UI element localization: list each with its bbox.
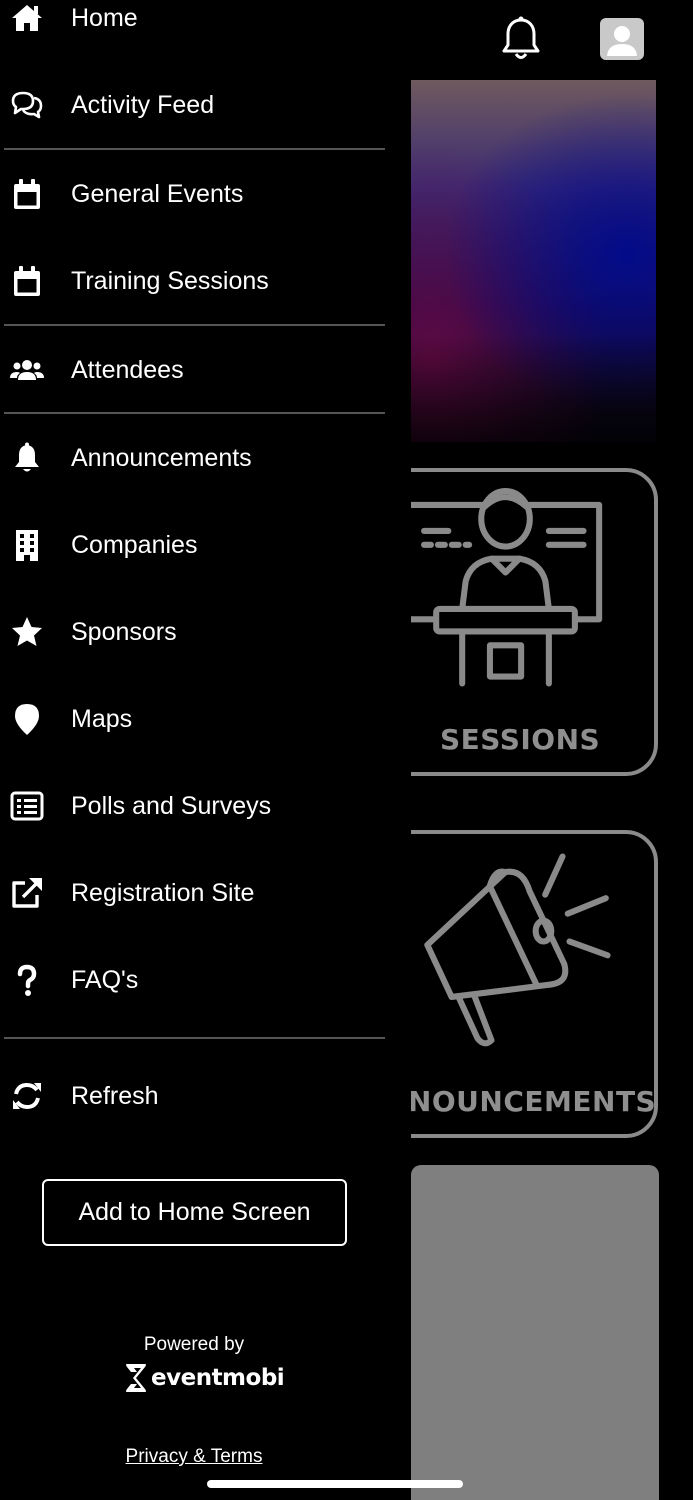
menu-item-label: Companies xyxy=(71,530,198,559)
menu-item-polls-and-surveys[interactable]: Polls and Surveys xyxy=(0,776,400,836)
home-icon xyxy=(10,1,44,35)
menu-item-label: Activity Feed xyxy=(71,90,215,119)
building-icon xyxy=(10,528,44,562)
menu-item-attendees[interactable]: Attendees xyxy=(0,340,400,400)
menu-item-general-events[interactable]: General Events xyxy=(0,164,400,224)
sessions-card-label: SESSIONS xyxy=(440,723,601,756)
menu-item-maps[interactable]: Maps xyxy=(0,689,400,749)
menu-item-sponsors[interactable]: Sponsors xyxy=(0,602,400,662)
menu-item-faqs[interactable]: FAQ's xyxy=(0,950,400,1010)
star-icon xyxy=(10,615,44,649)
refresh-icon xyxy=(10,1079,44,1113)
users-icon xyxy=(10,353,44,387)
menu-divider xyxy=(4,324,385,326)
content-tile[interactable] xyxy=(411,1165,659,1500)
menu-item-registration-site[interactable]: Registration Site xyxy=(0,863,400,923)
menu-item-label: Maps xyxy=(71,704,133,733)
menu-item-announcements[interactable]: Announcements xyxy=(0,428,400,488)
menu-item-label: Refresh xyxy=(71,1081,159,1110)
menu-item-home[interactable]: Home xyxy=(0,0,400,48)
announcements-card-label: NNOUNCEMENTS xyxy=(384,1085,657,1118)
menu-divider xyxy=(4,148,385,150)
calendar-icon xyxy=(10,264,44,298)
external-link-icon xyxy=(10,876,44,910)
menu-divider xyxy=(4,1037,385,1039)
calendar-icon xyxy=(10,177,44,211)
eventmobi-logo-icon xyxy=(126,1364,146,1392)
menu-item-label: Polls and Surveys xyxy=(71,791,272,820)
navigation-drawer: Home Activity Feed General Events Traini… xyxy=(0,0,411,1500)
home-indicator[interactable] xyxy=(207,1480,463,1488)
profile-avatar-icon[interactable] xyxy=(600,18,644,60)
question-icon xyxy=(10,963,44,997)
menu-item-label: FAQ's xyxy=(71,965,139,994)
map-pin-icon xyxy=(10,702,44,736)
menu-item-label: General Events xyxy=(71,179,244,208)
menu-item-label: Home xyxy=(71,3,138,32)
eventmobi-logo: eventmobi xyxy=(124,1360,285,1396)
menu-item-label: Announcements xyxy=(71,443,252,472)
chat-bubbles-icon xyxy=(10,88,44,122)
menu-item-label: Attendees xyxy=(71,355,184,384)
menu-item-companies[interactable]: Companies xyxy=(0,515,400,575)
hero-banner-tile[interactable] xyxy=(411,80,656,442)
menu-item-label: Registration Site xyxy=(71,878,255,907)
powered-by-text: Powered by xyxy=(143,1334,245,1355)
menu-divider xyxy=(4,412,385,414)
notifications-bell-icon[interactable] xyxy=(500,16,542,62)
menu-item-refresh[interactable]: Refresh xyxy=(0,1066,400,1126)
add-to-home-screen-button[interactable]: Add to Home Screen xyxy=(42,1179,347,1246)
brand-name: eventmobi xyxy=(151,1365,285,1391)
privacy-terms-link[interactable]: Privacy & Terms xyxy=(0,1446,388,1468)
bell-icon xyxy=(10,441,44,475)
menu-item-label: Training Sessions xyxy=(71,266,269,295)
menu-item-label: Sponsors xyxy=(71,617,177,646)
list-icon xyxy=(10,789,44,823)
menu-item-training-sessions[interactable]: Training Sessions xyxy=(0,251,400,311)
menu-item-activity-feed[interactable]: Activity Feed xyxy=(0,75,400,135)
